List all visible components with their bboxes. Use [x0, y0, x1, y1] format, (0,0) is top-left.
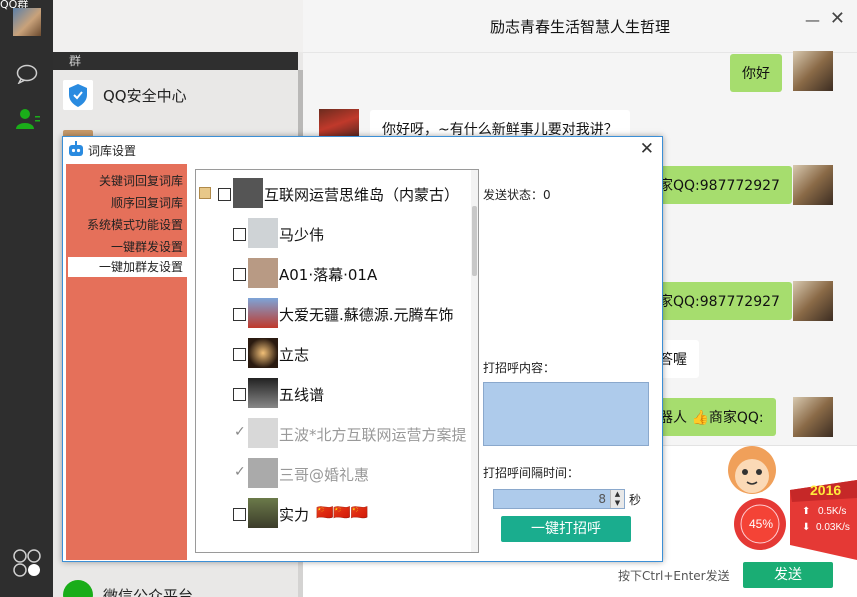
interval-unit: 秒 — [629, 493, 642, 507]
checkbox[interactable] — [218, 188, 231, 201]
dialog-close-icon[interactable]: ✕ — [640, 139, 654, 159]
dialog-main-panel: 互联网运营思维岛（内蒙古） 马少伟 A01·落幕·01A 大爱无疆.蘇德源.元腾… — [187, 164, 661, 560]
mascot-year: 2016 — [810, 482, 841, 498]
friend-name: 五线谱 — [279, 386, 325, 404]
list-item[interactable]: 马少伟 — [196, 214, 472, 252]
list-item-group-root[interactable]: 互联网运营思维岛（内蒙古） — [196, 174, 472, 212]
list-item[interactable]: 大爱无疆.蘇德源.元腾车饰 — [196, 294, 472, 332]
avatar — [248, 498, 278, 528]
download-speed: 0.03K/s — [816, 522, 850, 533]
check-icon[interactable]: ✓ — [234, 464, 246, 480]
list-item[interactable]: 立志 — [196, 334, 472, 372]
friend-list-scrollbar[interactable] — [471, 170, 478, 552]
avatar — [248, 258, 278, 288]
list-item-label: QQ安全中心 — [103, 87, 187, 105]
check-icon[interactable]: ✓ — [234, 424, 246, 440]
search-strip — [53, 0, 303, 52]
list-item[interactable]: 五线谱 — [196, 374, 472, 412]
stepper-arrows-icon[interactable]: ▲ ▼ — [610, 490, 624, 508]
avatar — [248, 218, 278, 248]
my-message-avatar — [793, 51, 833, 91]
menu-item-add-group-friends[interactable]: 一键加群友设置 — [68, 257, 187, 277]
friend-name: 王波*北方互联网运营方案提 — [279, 426, 467, 444]
upload-speed: 0.5K/s — [818, 506, 846, 517]
checkbox[interactable] — [233, 308, 246, 321]
interval-value: 8 — [598, 492, 606, 506]
avatar — [248, 298, 278, 328]
checkbox[interactable] — [233, 268, 246, 281]
avatar — [248, 378, 278, 408]
interval-stepper[interactable]: 8 ▲ ▼ — [493, 489, 625, 509]
send-status: 发送状态：0 — [483, 188, 551, 202]
monkey-mascot-widget[interactable]: 2016 45% ⬆ 0.5K/s ⬇ 0.03K/s — [720, 440, 857, 570]
minimize-button[interactable]: — — [805, 13, 820, 28]
lexicon-settings-dialog: 词库设置 ✕ 关键词回复词库 顺序回复词库 系统模式功能设置 一键群发设置 一键… — [62, 136, 663, 562]
list-item-qq-security[interactable]: QQ安全中心 — [53, 70, 298, 120]
friend-name: 大爱无疆.蘇德源.元腾车饰 — [279, 306, 454, 324]
friend-name: A01·落幕·01A — [279, 266, 378, 284]
checkbox[interactable] — [233, 228, 246, 241]
friend-name: 马少伟 — [279, 226, 325, 244]
my-message-avatar — [793, 165, 833, 205]
my-avatar[interactable] — [13, 8, 41, 36]
list-item[interactable]: ✓ 三哥@婚礼惠 — [196, 454, 472, 492]
list-item-label: 微信公众平台 — [103, 587, 194, 597]
list-item[interactable]: 实力 🇨🇳🇨🇳🇨🇳 — [196, 494, 472, 532]
menu-item-keyword-reply[interactable]: 关键词回复词库 — [99, 172, 183, 189]
friend-name: 立志 — [279, 346, 310, 364]
dialog-titlebar[interactable]: 词库设置 ✕ — [63, 137, 662, 163]
settings-menu: 关键词回复词库 顺序回复词库 系统模式功能设置 一键群发设置 一键加群友设置 — [66, 164, 187, 560]
dialog-title: 词库设置 — [88, 144, 137, 158]
interval-label: 打招呼间隔时间： — [483, 466, 580, 480]
friend-name: 实力 — [279, 506, 310, 524]
message-bubble: 家QQ:987772927 — [647, 282, 792, 320]
list-item[interactable]: ✓ 王波*北方互联网运营方案提 — [196, 414, 472, 452]
wechat-icon — [63, 580, 93, 597]
message-bubble: 器人 👍商家QQ: — [647, 398, 776, 436]
avatar — [248, 418, 278, 448]
list-item[interactable]: A01·落幕·01A — [196, 254, 472, 292]
left-rail: QQ群 — [0, 0, 53, 597]
message-bubble: 你好 — [730, 54, 782, 92]
svg-text:⬇: ⬇ — [802, 522, 810, 533]
close-button[interactable]: ✕ — [830, 8, 845, 29]
friend-list: 互联网运营思维岛（内蒙古） 马少伟 A01·落幕·01A 大爱无疆.蘇德源.元腾… — [195, 169, 479, 553]
chat-icon[interactable] — [16, 64, 38, 84]
contacts-icon[interactable] — [16, 108, 40, 130]
svg-text:⬆: ⬆ — [802, 506, 810, 517]
friend-name: 三哥@婚礼惠 — [279, 466, 370, 484]
shield-icon — [63, 80, 93, 110]
menu-item-system-mode[interactable]: 系统模式功能设置 — [87, 216, 183, 233]
group-avatar — [233, 178, 263, 208]
chat-title: 励志青春生活智慧人生哲理 — [489, 18, 670, 36]
group-header: 群 — [53, 52, 298, 70]
group-name: 互联网运营思维岛（内蒙古） — [264, 186, 460, 204]
avatar — [248, 458, 278, 488]
my-message-avatar — [793, 281, 833, 321]
apps-icon[interactable] — [13, 549, 41, 577]
checkbox[interactable] — [233, 388, 246, 401]
flag-icons: 🇨🇳🇨🇳🇨🇳 — [316, 505, 369, 521]
robot-icon — [69, 141, 83, 156]
message-bubble: 家QQ:987772927 — [647, 166, 792, 204]
greeting-content-input[interactable] — [483, 382, 649, 446]
greeting-label: 打招呼内容： — [483, 361, 556, 375]
collapse-icon[interactable] — [199, 187, 211, 199]
checkbox[interactable] — [233, 508, 246, 521]
menu-item-mass-send[interactable]: 一键群发设置 — [111, 238, 183, 255]
one-click-greet-button[interactable]: 一键打招呼 — [501, 516, 631, 542]
checkbox[interactable] — [233, 348, 246, 361]
menu-item-sequence-reply[interactable]: 顺序回复词库 — [111, 194, 183, 211]
divider — [303, 52, 857, 53]
send-hint: 按下Ctrl+Enter发送 — [618, 569, 730, 583]
mascot-percent: 45% — [749, 517, 773, 531]
my-message-avatar — [793, 397, 833, 437]
avatar — [248, 338, 278, 368]
list-item-wechat-mp[interactable]: 微信公众平台 — [53, 570, 298, 597]
